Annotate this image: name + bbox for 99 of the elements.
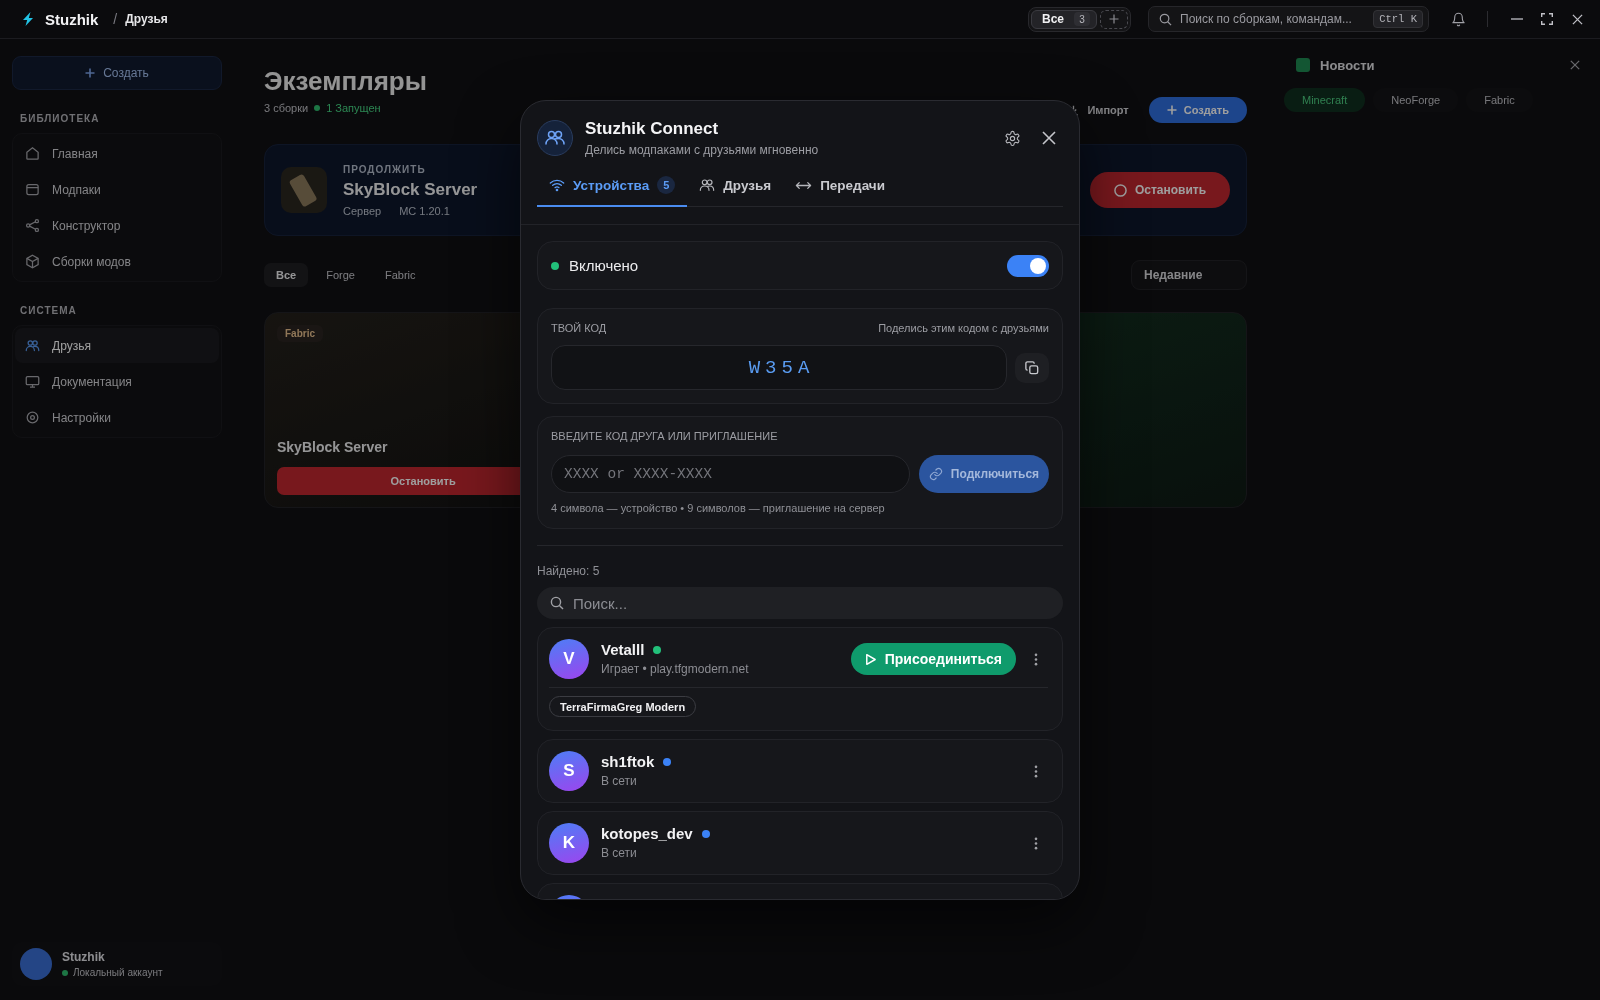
gear-icon	[25, 410, 40, 425]
close-icon	[1571, 13, 1583, 25]
plus-icon	[1166, 105, 1177, 115]
search-field[interactable]: Поиск...	[537, 587, 1063, 619]
close-icon	[1042, 131, 1056, 145]
box-icon	[25, 182, 40, 197]
section-title: БИБЛИОТЕКА	[20, 113, 101, 124]
account-status: Локальный аккаунт	[73, 967, 163, 978]
enable-label: Включено	[569, 257, 639, 274]
create-button[interactable]: Создать	[12, 56, 222, 90]
section-title: СИСТЕМА	[20, 305, 78, 316]
avatar: V	[549, 639, 589, 679]
users-icon	[537, 120, 573, 156]
avatar	[20, 948, 52, 980]
sidebar-item[interactable]: Главная	[15, 136, 219, 171]
create-button[interactable]: Создать	[1148, 97, 1247, 123]
sort-dropdown[interactable]: Недавние	[1131, 260, 1247, 290]
modpack-artwork	[281, 167, 327, 213]
plus-icon	[85, 68, 96, 78]
device-name: Vetalll	[601, 641, 645, 659]
more-icon	[1034, 836, 1038, 850]
count-badge: 5	[657, 176, 676, 194]
scope-chip[interactable]: Все 3	[1031, 9, 1097, 29]
settings-icon	[1003, 129, 1021, 147]
instance-meta: Сервер	[343, 204, 382, 217]
shortcut-hint: Ctrl K	[1373, 10, 1423, 28]
news-title: Новости	[1320, 57, 1375, 73]
device-status: В сети	[601, 774, 638, 789]
news-icon	[1296, 58, 1310, 72]
sidebar-item[interactable]: Настройки	[15, 400, 219, 435]
sidebar-item[interactable]: Сборки модов	[15, 244, 219, 279]
count-badge: 3	[1074, 12, 1090, 26]
home-icon	[25, 146, 40, 161]
dialog-subtitle: Делись модпаками с друзьями мгновенно	[585, 141, 820, 158]
tab[interactable]: Передачи	[783, 165, 897, 207]
running-count: 1 Запущен	[326, 102, 381, 114]
filter-chip[interactable]: Forge	[314, 263, 367, 287]
link-icon	[928, 467, 943, 481]
avatar: S	[549, 751, 589, 791]
logo-icon	[20, 11, 36, 27]
minimize-icon	[1511, 18, 1523, 20]
code-display: W35A	[551, 345, 1007, 390]
sidebar-item[interactable]: Документация	[15, 364, 219, 399]
add-button[interactable]	[1100, 9, 1128, 29]
filter-chip[interactable]: Fabric	[372, 263, 428, 287]
news-tab[interactable]: Minecraft	[1284, 88, 1366, 112]
status-dot	[62, 969, 68, 976]
search-icon	[1159, 12, 1172, 26]
bell-icon	[1450, 11, 1466, 27]
more-icon	[1034, 764, 1038, 778]
breadcrumb: Друзья	[125, 12, 168, 26]
status-dot	[314, 105, 321, 111]
breadcrumb-separator: /	[113, 11, 118, 27]
device-name: sh1ftok	[601, 753, 655, 771]
continue-label: ПРОДОЛЖИТЬ	[343, 163, 427, 175]
users-icon	[25, 339, 40, 352]
sidebar-item[interactable]: Модпаки	[15, 172, 219, 207]
page-title: Экземпляры	[264, 65, 427, 97]
toggle-switch[interactable]	[1007, 254, 1049, 277]
close-icon[interactable]	[1570, 60, 1580, 70]
device-card[interactable]: S sh1ftok В сети	[537, 739, 1063, 803]
dialog-title: Stuzhik Connect	[585, 118, 720, 139]
device-name: kotopes_dev	[601, 825, 693, 843]
tab[interactable]: Устройства 5	[537, 165, 688, 207]
code-hint: Поделись этим кодом с друзьями	[878, 321, 1049, 335]
avatar: K	[549, 823, 589, 863]
loader-tag: Fabric	[277, 325, 323, 342]
stop-icon	[1113, 183, 1127, 197]
device-status: В сети	[601, 846, 638, 861]
instance-meta: MC 1.20.1	[399, 204, 450, 217]
expand-icon	[1541, 13, 1553, 25]
wifi-icon	[549, 178, 565, 192]
device-card[interactable]: K kotopes_dev В сети	[537, 811, 1063, 875]
nodes-icon	[25, 218, 40, 233]
join-button[interactable]: Присоединиться	[850, 643, 1016, 675]
sidebar-item[interactable]: Друзья	[15, 328, 219, 363]
account-name: Stuzhik	[62, 950, 106, 964]
tab[interactable]: Друзья	[687, 165, 784, 207]
result-count: Найдено: 5	[537, 563, 601, 579]
users-icon	[699, 178, 716, 192]
instance-name: SkyBlock Server	[277, 439, 389, 455]
package-icon	[25, 254, 40, 269]
plus-icon	[1109, 14, 1119, 24]
more-icon	[1034, 652, 1038, 666]
instance-name: SkyBlock Server	[343, 179, 478, 200]
monitor-icon	[25, 374, 40, 389]
copy-icon	[1025, 360, 1039, 375]
play-icon	[863, 652, 877, 666]
device-card[interactable]: V Vetalll Играет • play.tfgmodern.net Присоединиться TerraFirmaGreg Modern	[537, 627, 1063, 731]
arrows-icon	[795, 180, 813, 190]
search-icon	[550, 596, 564, 610]
status-dot	[551, 261, 559, 270]
stop-button[interactable]: Остановить	[1090, 172, 1230, 208]
copy-button[interactable]	[1015, 352, 1049, 383]
sidebar-item[interactable]: Конструктор	[15, 208, 219, 243]
device-status: Играет • play.tfgmodern.net	[601, 662, 750, 677]
instance-count: 3 сборки	[264, 102, 309, 114]
filter-chip[interactable]: Все	[264, 263, 309, 287]
app-name: Stuzhik	[45, 10, 99, 28]
